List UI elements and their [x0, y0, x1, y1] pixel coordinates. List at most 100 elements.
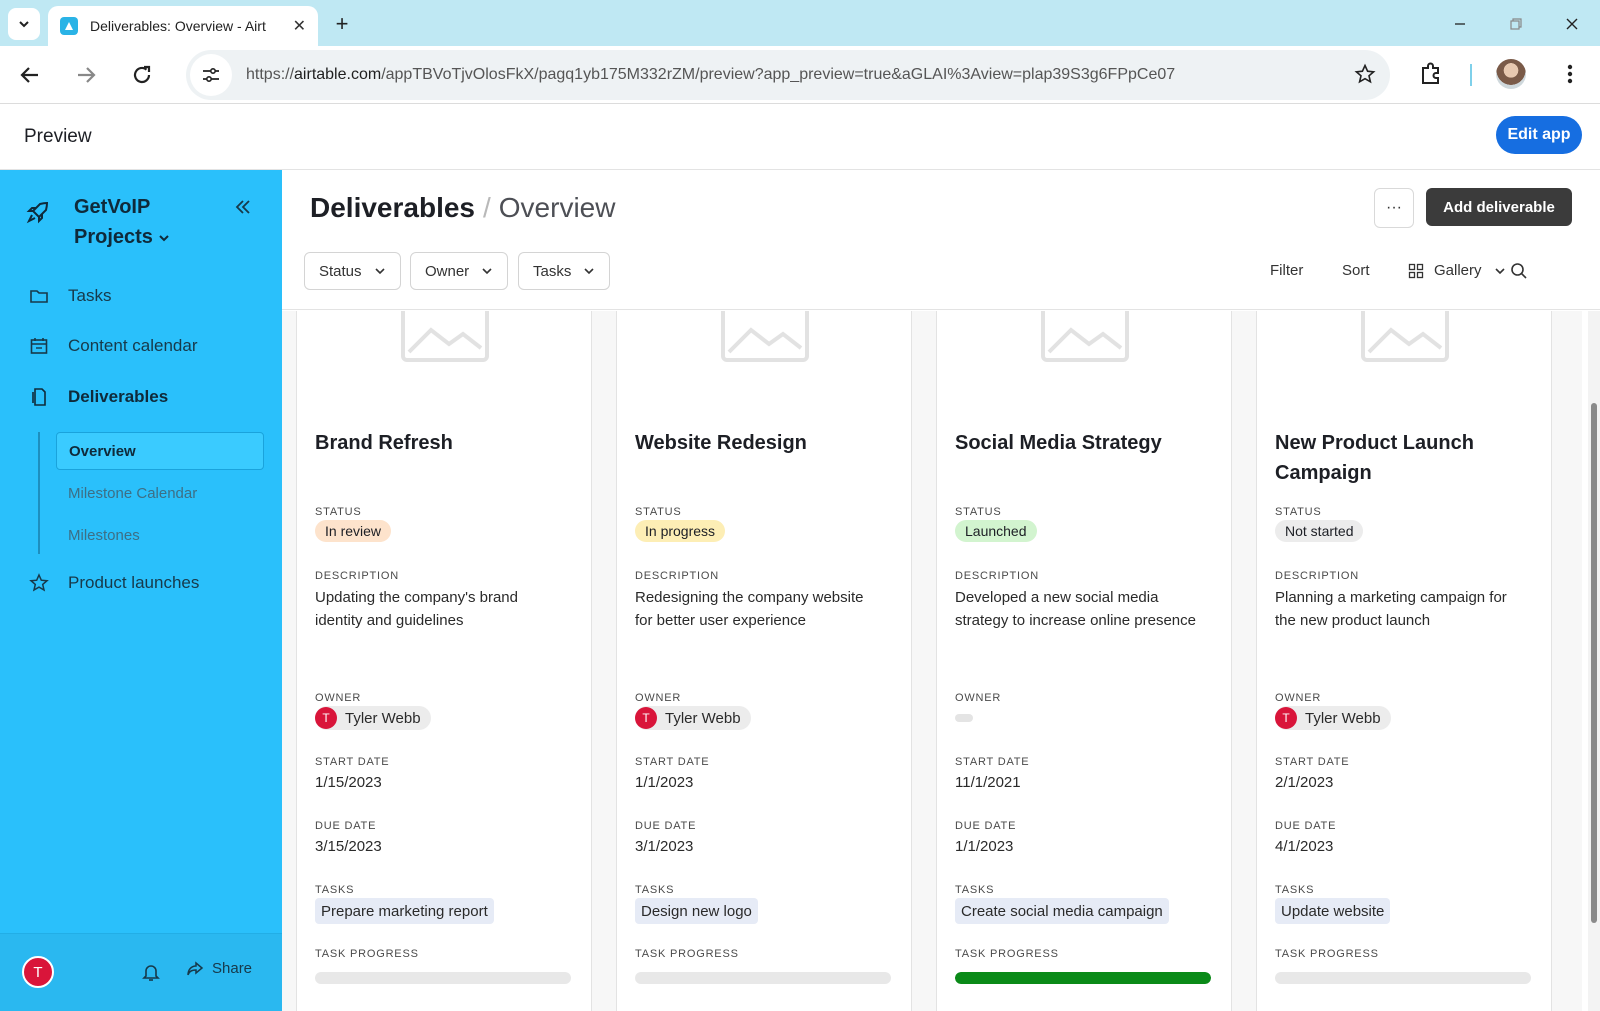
- minimize-icon[interactable]: [1440, 10, 1480, 38]
- task-chip: Prepare marketing report: [315, 898, 494, 924]
- status-badge: In review: [315, 520, 392, 542]
- new-tab-plus-icon[interactable]: +: [328, 10, 356, 38]
- add-deliverable-button[interactable]: Add deliverable: [1426, 188, 1572, 226]
- star-icon: [28, 572, 50, 594]
- start-date-label: Start date: [315, 756, 390, 768]
- gallery-view-dropdown[interactable]: Gallery: [1408, 262, 1506, 279]
- edit-app-button[interactable]: Edit app: [1496, 116, 1582, 154]
- status-label: Status: [315, 506, 362, 518]
- tab-close-icon[interactable]: ✕: [293, 16, 306, 36]
- page-title: Deliverables / Overview: [310, 192, 615, 224]
- owner-chip: T Tyler Webb: [315, 706, 431, 730]
- tasks-filter-dropdown[interactable]: Tasks: [518, 252, 611, 290]
- chevron-down-icon: [374, 268, 385, 275]
- task-chip: Update website: [1275, 898, 1391, 924]
- card-title: Social Media Strategy: [955, 432, 1162, 454]
- main-header: Deliverables / Overview ··· Add deliverabl…: [282, 170, 1600, 310]
- reload-icon[interactable]: [128, 61, 156, 89]
- task-chip: Create social media campaign: [955, 898, 1169, 924]
- extensions-puzzle-icon[interactable]: [1418, 61, 1444, 92]
- status-label: Status: [635, 506, 682, 518]
- tasks-label: Tasks: [955, 884, 995, 896]
- gallery-card[interactable]: Brand Refresh Status In review Descripti…: [296, 311, 592, 1011]
- chevron-down-icon: [584, 268, 594, 275]
- status-badge: Not started: [1275, 520, 1364, 542]
- notifications-bell-icon[interactable]: [142, 962, 160, 987]
- collapse-sidebar-icon[interactable]: [234, 198, 252, 221]
- rocket-icon: [26, 200, 50, 229]
- due-date-value: 1/1/2023: [955, 838, 1014, 855]
- preview-label: Preview: [24, 126, 92, 147]
- workspace-name[interactable]: GetVoIP Projects: [74, 192, 204, 252]
- owner-avatar: T: [315, 707, 337, 729]
- back-arrow-icon[interactable]: [16, 61, 44, 89]
- site-info-icon[interactable]: [190, 54, 232, 96]
- sidebar: GetVoIP Projects Tasks Content calendar …: [0, 170, 282, 1011]
- bookmark-star-icon[interactable]: [1354, 63, 1376, 90]
- filter-button[interactable]: Filter: [1270, 262, 1303, 279]
- gallery-view: Brand Refresh Status In review Descripti…: [282, 311, 1582, 1011]
- due-date-value: 3/1/2023: [635, 838, 694, 855]
- window-close-icon[interactable]: [1552, 10, 1592, 38]
- image-placeholder-icon: [401, 311, 489, 362]
- owner-name: Tyler Webb: [1305, 709, 1381, 727]
- user-avatar[interactable]: T: [22, 956, 54, 988]
- browser-tabstrip: Deliverables: Overview - Airtable ✕ +: [0, 0, 1600, 46]
- sort-button[interactable]: Sort: [1342, 262, 1370, 279]
- task-progress-label: Task progress: [955, 948, 1059, 960]
- task-progress-bar: [635, 972, 891, 984]
- gallery-card[interactable]: Website Redesign Status In progress Desc…: [616, 311, 912, 1011]
- owner-filter-dropdown[interactable]: Owner: [410, 252, 509, 290]
- profile-avatar[interactable]: [1496, 59, 1526, 89]
- card-title: New Product Launch Campaign: [1275, 432, 1474, 484]
- toolbar-divider: [1470, 64, 1472, 86]
- more-options-button[interactable]: ···: [1374, 188, 1414, 228]
- sidebar-subitem-milestones[interactable]: Milestones: [56, 516, 264, 554]
- owner-filter-label: Owner: [425, 262, 470, 280]
- forward-arrow-icon[interactable]: [72, 61, 100, 89]
- chevron-down-icon: [159, 235, 169, 242]
- gallery-scrollbar[interactable]: [1588, 311, 1600, 1011]
- status-filter-dropdown[interactable]: Status: [304, 252, 401, 290]
- task-progress-bar: [955, 972, 1211, 984]
- owner-empty-placeholder: [955, 714, 973, 722]
- tasks-label: Tasks: [1275, 884, 1315, 896]
- address-bar[interactable]: https://airtable.com/appTBVoTjvOlosFkX/p…: [186, 50, 1390, 100]
- browser-tab-active[interactable]: Deliverables: Overview - Airtable ✕: [48, 6, 318, 46]
- gallery-card[interactable]: New Product Launch Campaign Status Not s…: [1256, 311, 1552, 1011]
- tab-search-button[interactable]: [8, 8, 40, 40]
- due-date-label: Due date: [1275, 820, 1337, 832]
- description-label: Description: [955, 570, 1039, 582]
- start-date-value: 11/1/2021: [955, 774, 1021, 791]
- sidebar-subitem-overview[interactable]: Overview: [56, 432, 264, 470]
- status-label: Status: [955, 506, 1002, 518]
- task-progress-label: Task progress: [635, 948, 739, 960]
- share-icon: [187, 960, 204, 975]
- browser-menu-icon[interactable]: [1556, 60, 1584, 88]
- subnav-line: [38, 432, 40, 554]
- owner-label: Owner: [955, 692, 1002, 704]
- description-label: Description: [1275, 570, 1359, 582]
- owner-avatar: T: [1275, 707, 1297, 729]
- browser-toolbar: https://airtable.com/appTBVoTjvOlosFkX/p…: [0, 46, 1600, 104]
- image-placeholder-icon: [721, 311, 809, 362]
- sidebar-item-label: Content calendar: [68, 336, 198, 355]
- start-date-value: 1/15/2023: [315, 774, 382, 791]
- status-badge: Launched: [955, 520, 1037, 542]
- share-button[interactable]: Share: [186, 960, 252, 977]
- document-icon: [28, 386, 50, 408]
- restore-icon[interactable]: [1496, 10, 1536, 38]
- sidebar-item-deliverables[interactable]: Deliverables: [0, 377, 282, 417]
- sidebar-item-tasks[interactable]: Tasks: [0, 276, 282, 316]
- search-icon[interactable]: [1510, 262, 1528, 285]
- sidebar-item-content-calendar[interactable]: Content calendar: [0, 326, 282, 366]
- scrollbar-thumb[interactable]: [1591, 403, 1597, 923]
- grid-icon: [1408, 263, 1424, 278]
- due-date-value: 3/15/2023: [315, 838, 382, 855]
- due-date-label: Due date: [635, 820, 697, 832]
- start-date-value: 1/1/2023: [635, 774, 694, 791]
- sidebar-subitem-milestone-calendar[interactable]: Milestone Calendar: [56, 474, 264, 512]
- gallery-card[interactable]: Social Media Strategy Status Launched De…: [936, 311, 1232, 1011]
- sidebar-item-product-launches[interactable]: Product launches: [0, 563, 282, 603]
- sidebar-item-label: Product launches: [68, 573, 200, 592]
